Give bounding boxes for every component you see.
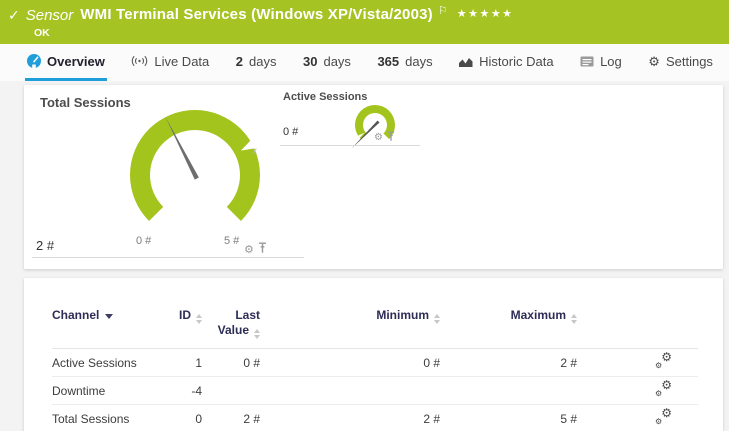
sort-desc-icon [105,314,113,319]
column-header-channel[interactable]: Channel [52,308,162,349]
total-sessions-gauge [120,100,270,250]
gauge-divider [32,257,304,258]
column-label: Maximum [511,308,566,322]
channel-id: 0 [162,405,202,431]
channel-maximum: 2 # [440,349,577,377]
channel-last-value [202,377,260,405]
total-sessions-value: 2 # [36,238,54,253]
channel-name[interactable]: Downtime [52,377,162,405]
gauge-title-total-sessions: Total Sessions [40,95,131,110]
channel-minimum: 0 # [260,349,440,377]
priority-stars[interactable]: ★★★★★ [457,7,514,20]
tab-label-number: 2 [236,54,243,69]
tab-bar: Overview Live Data 2 days 30 days 365 da… [0,44,729,81]
tab-label: Overview [47,54,105,69]
gauges-panel: Total Sessions x 0 # 5 # 2 # ⚙ Active Se… [24,85,723,269]
channel-settings-icon[interactable]: ⚙⚙ [655,381,672,397]
channel-settings-icon[interactable]: ⚙⚙ [655,353,672,369]
sort-icon [571,314,577,324]
channel-minimum [260,377,440,405]
channel-last-value: 2 # [202,405,260,431]
channel-name[interactable]: Active Sessions [52,349,162,377]
channel-id: 1 [162,349,202,377]
column-header-minimum[interactable]: Minimum [260,308,440,349]
active-sessions-gauge [340,90,410,160]
channel-maximum: 5 # [440,405,577,431]
tab-2-days[interactable]: 2 days [234,44,279,81]
column-label: Channel [52,308,99,322]
tab-settings[interactable]: ⚙ Settings [646,44,715,81]
column-header-maximum[interactable]: Maximum [440,308,577,349]
sensor-header: ✓ Sensor WMI Terminal Services (Windows … [0,0,729,44]
gauge-gear-icon[interactable]: ⚙ [244,245,254,256]
tab-label: Settings [666,54,713,69]
tab-label: Log [600,54,622,69]
chart-icon [459,56,473,67]
status-badge: OK [34,27,50,39]
column-label: ID [179,308,191,322]
table-header-row: Channel ID Last Value Minimum Maximum [52,308,698,349]
channel-last-value: 0 # [202,349,260,377]
table-row: Active Sessions 1 0 # 0 # 2 # ⚙⚙ [52,349,698,377]
tab-overview[interactable]: Overview [25,44,107,81]
status-check-icon: ✓ [8,7,20,24]
tab-live-data[interactable]: Live Data [129,44,211,81]
tab-label: days [405,54,432,69]
tab-label: Historic Data [479,54,553,69]
gauge-scale-max: 5 # [224,235,239,247]
page-title: WMI Terminal Services (Windows XP/Vista/… [80,6,433,23]
gear-icon: ⚙ [648,55,660,68]
tab-label-number: 365 [377,54,399,69]
gauge-icon [27,54,41,68]
channel-settings-icon[interactable]: ⚙⚙ [655,409,672,425]
sensor-overview-page: ✓ Sensor WMI Terminal Services (Windows … [0,0,729,431]
column-label: Minimum [376,308,429,322]
sort-icon [434,314,440,324]
tab-log[interactable]: Log [578,44,624,81]
tab-label: days [323,54,350,69]
gauge-gear-icon[interactable]: ⚙ [374,133,383,143]
table-row: Downtime -4 ⚙⚙ [52,377,698,405]
tab-label: days [249,54,276,69]
tab-30-days[interactable]: 30 days [301,44,353,81]
column-header-last-value[interactable]: Last Value [202,308,260,349]
table-row: Total Sessions 0 2 # 2 # 5 # ⚙⚙ [52,405,698,431]
sort-icon [254,329,260,339]
tab-365-days[interactable]: 365 days [375,44,434,81]
channel-maximum [440,377,577,405]
gauge-divider [280,145,420,146]
channels-table: Channel ID Last Value Minimum Maximum [52,308,698,431]
tab-label-number: 30 [303,54,317,69]
channel-minimum: 2 # [260,405,440,431]
active-sessions-value: 0 # [283,126,298,138]
channels-panel: Channel ID Last Value Minimum Maximum [24,278,723,431]
column-header-actions [577,308,698,349]
sort-icon [196,314,202,324]
log-icon [580,56,594,67]
gauge-limit-marker: x [252,146,257,157]
tab-label: Live Data [154,54,209,69]
channel-name[interactable]: Total Sessions [52,405,162,431]
flag-icon[interactable]: ⚐ [438,4,448,17]
tab-historic-data[interactable]: Historic Data [457,44,555,81]
column-header-id[interactable]: ID [162,308,202,349]
broadcast-icon [131,55,148,67]
channel-id: -4 [162,377,202,405]
gauge-scale-min: 0 # [136,235,151,247]
sensor-kind-label: Sensor [26,7,74,24]
